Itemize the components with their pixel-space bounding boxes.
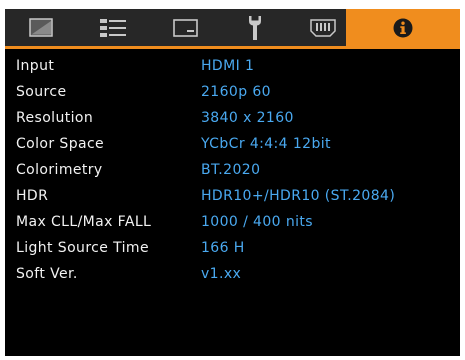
info-value: YCbCr 4:4:4 12bit bbox=[201, 136, 331, 152]
info-label: Color Space bbox=[16, 136, 105, 152]
info-value: 1000 / 400 nits bbox=[201, 214, 313, 230]
info-row-soft-ver: Soft Ver. v1.xx bbox=[5, 262, 460, 288]
info-label: Max CLL/Max FALL bbox=[16, 214, 152, 230]
info-row-color-space: Color Space YCbCr 4:4:4 12bit bbox=[5, 132, 460, 158]
info-row-colorimetry: Colorimetry BT.2020 bbox=[5, 158, 460, 184]
info-icon bbox=[393, 18, 413, 37]
osd-menu: Input HDMI 1 Source 2160p 60 Resolution … bbox=[5, 9, 460, 356]
info-value: HDR10+/HDR10 (ST.2084) bbox=[201, 188, 396, 204]
info-label: Colorimetry bbox=[16, 162, 103, 178]
info-row-input: Input HDMI 1 bbox=[5, 54, 460, 80]
picture-icon bbox=[29, 18, 53, 37]
info-row-resolution: Resolution 3840 x 2160 bbox=[5, 106, 460, 132]
settings-list-icon bbox=[100, 18, 126, 37]
info-row-max-cll-fall: Max CLL/Max FALL 1000 / 400 nits bbox=[5, 210, 460, 236]
info-value: HDMI 1 bbox=[201, 58, 255, 74]
info-value: 3840 x 2160 bbox=[201, 110, 294, 126]
info-label: Soft Ver. bbox=[16, 266, 78, 282]
info-label: HDR bbox=[16, 188, 49, 204]
wrench-icon bbox=[249, 15, 261, 40]
info-label: Input bbox=[16, 58, 55, 74]
info-row-hdr: HDR HDR10+/HDR10 (ST.2084) bbox=[5, 184, 460, 210]
info-value: 166 H bbox=[201, 240, 245, 256]
tab-settings-list[interactable] bbox=[77, 9, 149, 46]
info-value: v1.xx bbox=[201, 266, 242, 282]
info-value: 2160p 60 bbox=[201, 84, 271, 100]
tab-picture[interactable] bbox=[11, 9, 71, 46]
tab-underline bbox=[5, 46, 460, 49]
tab-information[interactable] bbox=[346, 9, 460, 46]
connector-icon bbox=[310, 18, 336, 37]
tab-display[interactable] bbox=[155, 9, 215, 46]
info-value: BT.2020 bbox=[201, 162, 261, 178]
tab-setup[interactable] bbox=[225, 9, 285, 46]
info-row-source: Source 2160p 60 bbox=[5, 80, 460, 106]
menu-tab-bar bbox=[5, 9, 460, 46]
tab-connector[interactable] bbox=[293, 9, 353, 46]
info-label: Resolution bbox=[16, 110, 94, 126]
information-list: Input HDMI 1 Source 2160p 60 Resolution … bbox=[5, 54, 460, 288]
info-label: Source bbox=[16, 84, 67, 100]
info-label: Light Source Time bbox=[16, 240, 149, 256]
info-row-light-source-time: Light Source Time 166 H bbox=[5, 236, 460, 262]
display-icon bbox=[172, 18, 198, 37]
